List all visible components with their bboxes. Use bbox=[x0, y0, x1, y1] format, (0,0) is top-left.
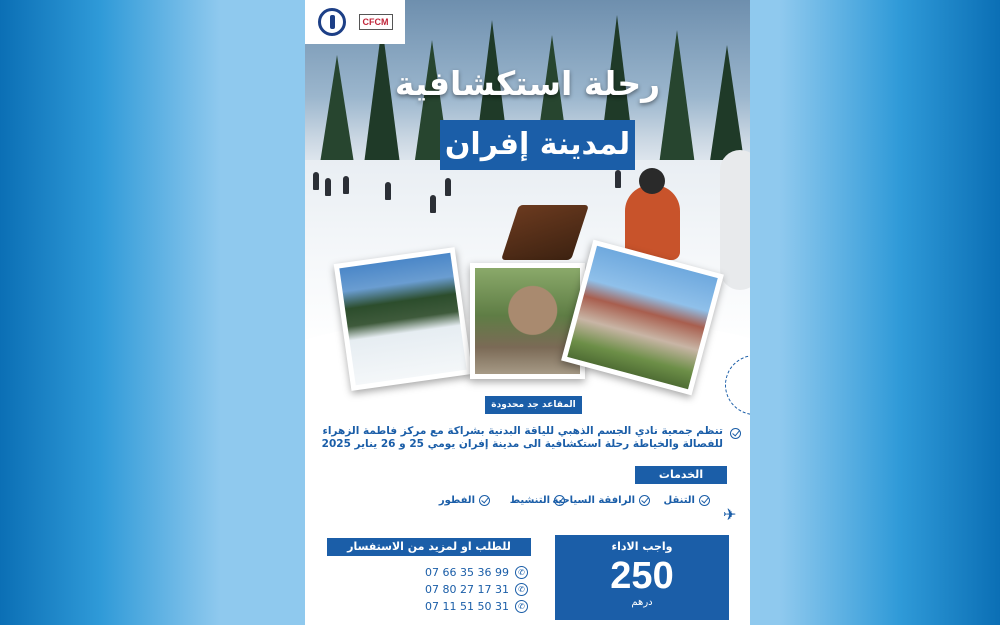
child-head bbox=[639, 168, 665, 194]
snowman bbox=[720, 150, 750, 290]
phone-number[interactable]: 07 80 27 17 31 bbox=[425, 583, 509, 596]
service-item: التنشيط bbox=[510, 495, 565, 506]
club-emblem-icon bbox=[317, 8, 346, 36]
service-item: الرافقة السياحية bbox=[552, 495, 650, 506]
seats-limited-badge: المقاعد جد محدودة bbox=[485, 396, 582, 414]
person bbox=[385, 182, 391, 200]
service-label: الفطور bbox=[438, 495, 475, 506]
services-title: الخدمات bbox=[635, 466, 727, 484]
phone-row[interactable]: 07 66 35 36 99 ✆ bbox=[425, 566, 528, 579]
check-icon bbox=[639, 495, 650, 506]
check-icon bbox=[699, 495, 710, 506]
check-icon bbox=[730, 428, 741, 439]
title-line-1: رحلة استكشافية bbox=[394, 64, 661, 103]
service-label: التنقل bbox=[663, 495, 695, 506]
phone-icon: ✆ bbox=[514, 583, 528, 596]
phone-row[interactable]: 07 80 27 17 31 ✆ bbox=[425, 583, 528, 596]
check-icon bbox=[554, 495, 565, 506]
person bbox=[343, 176, 349, 194]
price-box: واجب الاداء 250 درهم bbox=[555, 535, 729, 620]
person bbox=[445, 178, 451, 196]
phone-number[interactable]: 07 66 35 36 99 bbox=[425, 566, 509, 579]
service-label: التنشيط bbox=[509, 495, 550, 506]
service-item: الفطور bbox=[439, 495, 490, 506]
airplane-icon: ✈ bbox=[723, 505, 737, 524]
cfcm-logo: CFCM bbox=[358, 14, 393, 30]
intro-text: تنظم جمعية نادي الجسم الذهبي للياقة البد… bbox=[321, 425, 723, 450]
price-value: 250 bbox=[610, 555, 674, 597]
service-item: التنقل bbox=[664, 495, 710, 506]
child-figure bbox=[625, 185, 680, 260]
person bbox=[325, 178, 331, 196]
person bbox=[313, 172, 319, 190]
photo-forest-slope bbox=[333, 247, 473, 391]
phone-icon: ✆ bbox=[514, 566, 528, 579]
price-label: واجب الاداء bbox=[611, 540, 673, 553]
check-icon bbox=[479, 495, 490, 506]
title-line-2: لمدينة إفران bbox=[440, 120, 635, 170]
person bbox=[430, 195, 436, 213]
logo-box: CFCM bbox=[305, 0, 405, 44]
phone-row[interactable]: 07 11 51 50 31 ✆ bbox=[425, 600, 528, 613]
person bbox=[615, 170, 621, 188]
poster: CFCM رحلة استكشافية لمدينة إفران المقاعد… bbox=[305, 0, 750, 625]
contact-title: للطلب او لمزيد من الاستفسار bbox=[327, 538, 531, 556]
price-currency: درهم bbox=[631, 597, 653, 608]
phone-icon: ✆ bbox=[514, 600, 528, 613]
phone-number[interactable]: 07 11 51 50 31 bbox=[425, 600, 509, 613]
